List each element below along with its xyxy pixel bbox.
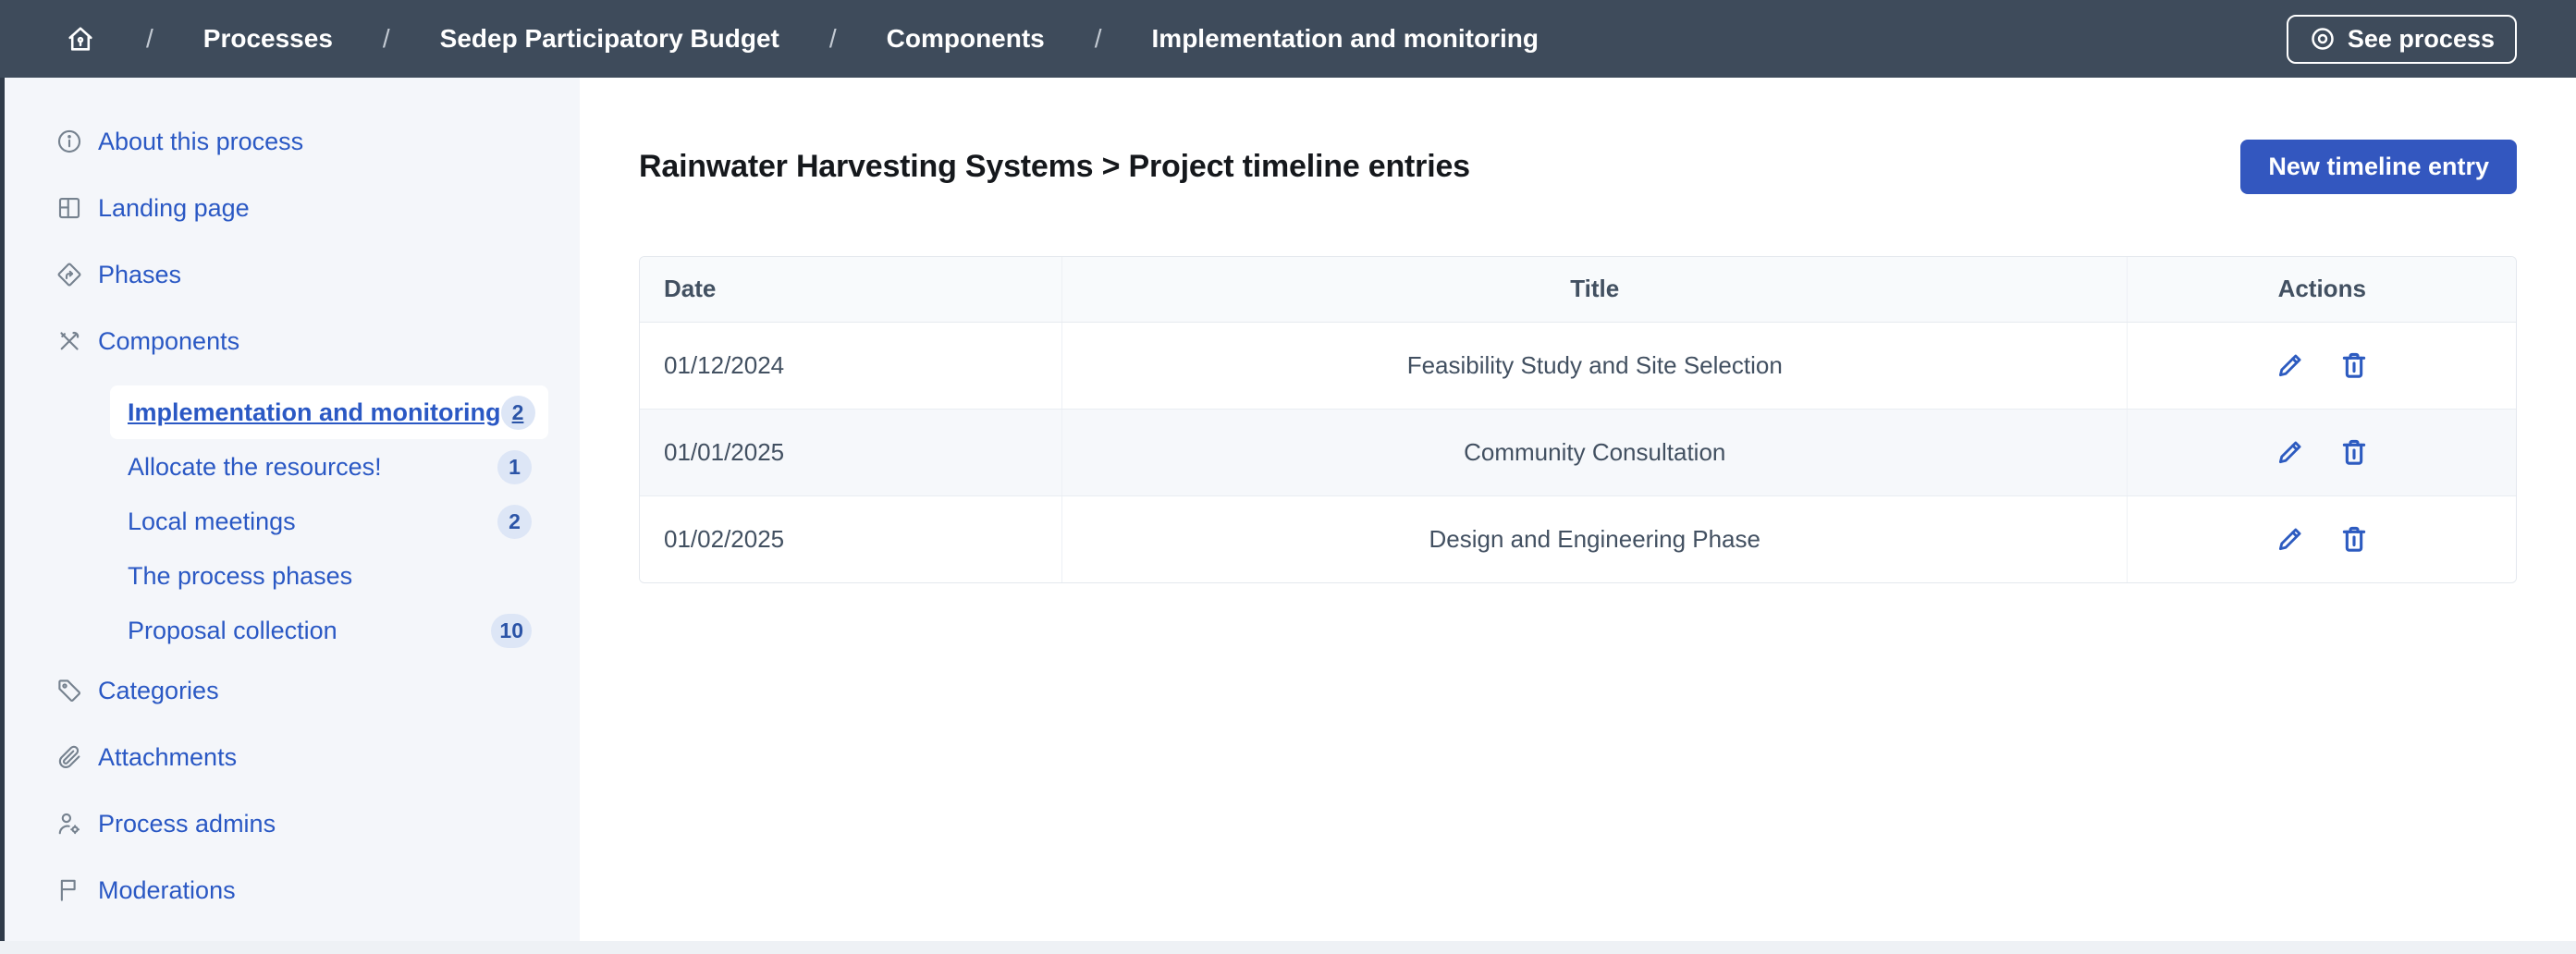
sidebar-item-attachments[interactable]: Attachments [5, 735, 580, 779]
count-badge: 2 [497, 505, 532, 539]
count-badge: 10 [491, 614, 532, 648]
sidebar-subitem-allocate-the-resources[interactable]: Allocate the resources! 1 [110, 440, 548, 494]
sidebar-item-label: Components [98, 327, 239, 356]
table-row: 01/12/2024 Feasibility Study and Site Se… [640, 322, 2516, 409]
sidebar-item-label: Moderations [98, 876, 236, 905]
see-process-button[interactable]: See process [2287, 15, 2517, 64]
entry-title: Design and Engineering Phase [1062, 495, 2128, 582]
sidebar-subitem-implementation-and-monitoring[interactable]: Implementation and monitoring 2 [110, 385, 548, 439]
delete-icon[interactable] [2338, 349, 2370, 381]
home-icon[interactable] [65, 23, 96, 55]
sidebar-item-moderations[interactable]: Moderations [5, 868, 580, 912]
breadcrumb-current-component[interactable]: Implementation and monitoring [1152, 24, 1539, 54]
column-header-actions: Actions [2128, 257, 2516, 322]
sidebar-subitem-the-process-phases[interactable]: The process phases [110, 549, 548, 603]
topbar: / Processes / Sedep Participatory Budget… [0, 0, 2576, 78]
entry-title: Feasibility Study and Site Selection [1062, 322, 2128, 409]
main-content: Rainwater Harvesting Systems > Project t… [580, 78, 2576, 954]
sidebar: About this process Landing page [5, 78, 580, 954]
table-row: 01/01/2025 Community Consultation [640, 409, 2516, 495]
page-title: Rainwater Harvesting Systems > Project t… [639, 149, 1470, 185]
footer-strip [0, 941, 2576, 954]
entry-date: 01/01/2025 [640, 409, 1062, 495]
layout: About this process Landing page [0, 78, 2576, 954]
components-submenu: Implementation and monitoring 2 Allocate… [110, 385, 548, 657]
breadcrumb-separator: / [829, 24, 837, 54]
sidebar-item-label: Landing page [98, 194, 250, 223]
edit-icon[interactable] [2275, 436, 2306, 468]
breadcrumb-separator: / [146, 24, 153, 54]
edit-icon[interactable] [2275, 349, 2306, 381]
info-icon [55, 128, 83, 155]
sidebar-item-about[interactable]: About this process [5, 119, 580, 164]
subitem-label: Implementation and monitoring [128, 398, 501, 427]
sidebar-item-categories[interactable]: Categories [5, 668, 580, 713]
entry-date: 01/12/2024 [640, 322, 1062, 409]
page: / Processes / Sedep Participatory Budget… [0, 0, 2576, 954]
tools-icon [55, 327, 83, 355]
timeline-entries-table: Date Title Actions 01/12/2024 Feasibilit… [639, 256, 2517, 583]
count-badge: 1 [497, 450, 532, 484]
user-gear-icon [55, 810, 83, 838]
subitem-label: Proposal collection [128, 617, 337, 645]
see-process-label: See process [2348, 25, 2495, 54]
flag-icon [55, 876, 83, 904]
column-header-title: Title [1062, 257, 2128, 322]
sidebar-subitem-local-meetings[interactable]: Local meetings 2 [110, 495, 548, 548]
sidebar-item-label: Phases [98, 261, 181, 289]
entry-date: 01/02/2025 [640, 495, 1062, 582]
breadcrumb-processes[interactable]: Processes [203, 24, 333, 54]
delete-icon[interactable] [2338, 523, 2370, 555]
table-header-row: Date Title Actions [640, 257, 2516, 322]
sidebar-item-label: Categories [98, 677, 219, 705]
delete-icon[interactable] [2338, 436, 2370, 468]
subitem-label: Allocate the resources! [128, 453, 382, 482]
breadcrumb-separator: / [1095, 24, 1102, 54]
sidebar-item-process-admins[interactable]: Process admins [5, 801, 580, 846]
sidebar-subitem-proposal-collection[interactable]: Proposal collection 10 [110, 604, 548, 657]
sidebar-item-label: Process admins [98, 810, 276, 838]
sidebar-item-phases[interactable]: Phases [5, 252, 580, 297]
paperclip-icon [55, 743, 83, 771]
sidebar-item-label: Attachments [98, 743, 237, 772]
column-header-date: Date [640, 257, 1062, 322]
breadcrumb-components[interactable]: Components [887, 24, 1045, 54]
sidebar-item-components[interactable]: Components [5, 319, 580, 363]
sidebar-item-label: About this process [98, 128, 303, 156]
breadcrumb: / Processes / Sedep Participatory Budget… [65, 23, 1539, 55]
subitem-label: Local meetings [128, 508, 296, 536]
edit-icon[interactable] [2275, 523, 2306, 555]
breadcrumb-separator: / [383, 24, 390, 54]
layout-icon [55, 194, 83, 222]
eye-icon [2309, 25, 2337, 53]
count-badge: 2 [501, 396, 535, 430]
sidebar-item-landing-page[interactable]: Landing page [5, 186, 580, 230]
entry-title: Community Consultation [1062, 409, 2128, 495]
phases-diamond-icon [55, 261, 83, 288]
new-timeline-entry-button[interactable]: New timeline entry [2240, 140, 2517, 194]
tag-icon [55, 677, 83, 704]
title-row: Rainwater Harvesting Systems > Project t… [639, 139, 2517, 194]
table-row: 01/02/2025 Design and Engineering Phase [640, 495, 2516, 582]
breadcrumb-process-name[interactable]: Sedep Participatory Budget [440, 24, 779, 54]
subitem-label: The process phases [128, 562, 352, 591]
